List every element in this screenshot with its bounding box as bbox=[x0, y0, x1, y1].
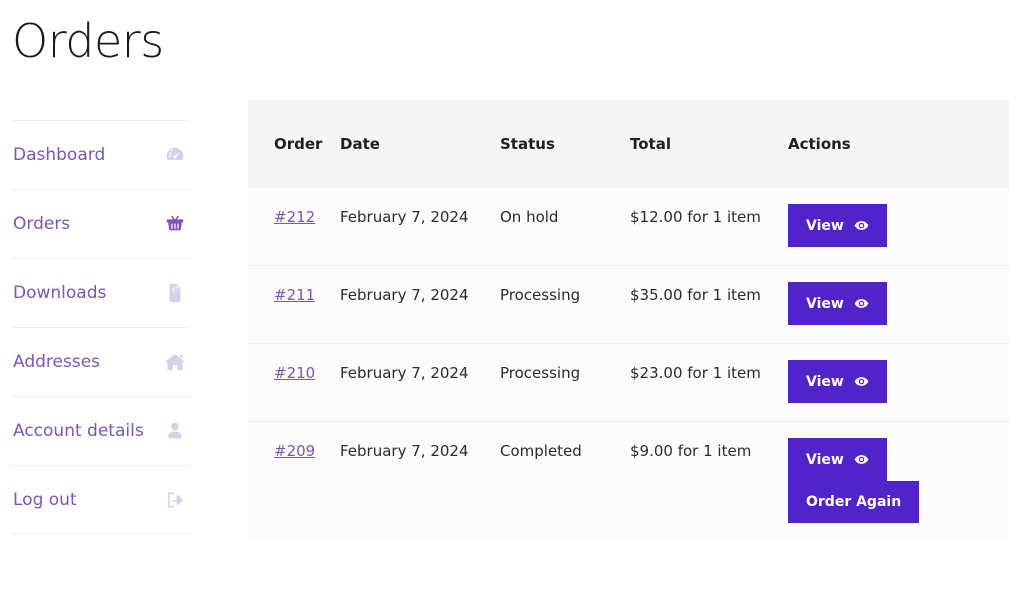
button-label: Order Again bbox=[806, 494, 902, 510]
table-row: #212 February 7, 2024 On hold $12.00 for 1 … bbox=[248, 188, 1009, 266]
sidebar-item-log-out[interactable]: Log out bbox=[12, 465, 190, 534]
table-row: #210 February 7, 2024 Processing $23.00 for… bbox=[248, 343, 1009, 422]
sidebar-item-label[interactable]: Downloads bbox=[13, 283, 106, 303]
cell-total: $23.00 for 1 item bbox=[630, 343, 788, 422]
home-icon bbox=[164, 351, 186, 373]
eye-icon bbox=[854, 296, 869, 311]
column-header-date: Date bbox=[340, 100, 500, 188]
page-title: Orders bbox=[12, 14, 164, 68]
sidebar-item-dashboard[interactable]: Dashboard bbox=[12, 120, 190, 189]
column-header-status: Status bbox=[500, 100, 630, 188]
account-nav: Dashboard Orders Downloads Addresses Account… bbox=[12, 120, 190, 534]
cell-total: $9.00 for 1 item bbox=[630, 421, 788, 541]
table-row: #211 February 7, 2024 Processing $35.00 for… bbox=[248, 265, 1009, 344]
sidebar-item-label[interactable]: Account details bbox=[13, 421, 144, 441]
cell-total: $12.00 for 1 item bbox=[630, 188, 788, 266]
cell-date: February 7, 2024 bbox=[340, 343, 500, 422]
view-button[interactable]: View bbox=[788, 204, 887, 247]
eye-icon bbox=[854, 452, 869, 467]
orders-table: Order Date Status Total Actions #212 Febr… bbox=[248, 100, 1009, 541]
table-header-row: Order Date Status Total Actions bbox=[248, 100, 1009, 188]
order-again-button[interactable]: Order Again bbox=[788, 481, 920, 523]
cell-order: #209 bbox=[248, 421, 340, 541]
cell-actions: View bbox=[788, 343, 1009, 422]
sidebar-item-downloads[interactable]: Downloads bbox=[12, 258, 190, 327]
sidebar-item-account-details[interactable]: Account details bbox=[12, 396, 190, 465]
order-number-link[interactable]: #209 bbox=[274, 442, 315, 460]
basket-icon bbox=[164, 213, 186, 235]
speedometer-icon bbox=[164, 144, 186, 166]
cell-date: February 7, 2024 bbox=[340, 188, 500, 266]
view-button[interactable]: View bbox=[788, 282, 887, 325]
cell-status: Completed bbox=[500, 421, 630, 541]
column-header-order: Order bbox=[248, 100, 340, 188]
action-buttons: View bbox=[788, 360, 999, 403]
action-buttons: View bbox=[788, 204, 999, 247]
account-sidebar: Orders Dashboard Orders Downloads Addresses… bbox=[0, 0, 200, 534]
eye-icon bbox=[854, 218, 869, 233]
sidebar-item-orders[interactable]: Orders bbox=[12, 189, 190, 258]
eye-icon bbox=[854, 374, 869, 389]
sidebar-item-label[interactable]: Addresses bbox=[13, 352, 100, 372]
button-label: View bbox=[806, 295, 844, 312]
order-number-link[interactable]: #212 bbox=[274, 208, 315, 226]
cell-order: #210 bbox=[248, 343, 340, 422]
column-header-actions: Actions bbox=[788, 100, 1009, 188]
file-download-icon bbox=[164, 282, 186, 304]
action-buttons: View Order Again bbox=[788, 438, 999, 523]
button-label: View bbox=[806, 451, 844, 468]
table-row: #209 February 7, 2024 Completed $9.00 for 1… bbox=[248, 421, 1009, 541]
cell-status: Processing bbox=[500, 265, 630, 344]
cell-status: On hold bbox=[500, 188, 630, 266]
column-header-total: Total bbox=[630, 100, 788, 188]
logout-icon bbox=[164, 489, 186, 511]
cell-date: February 7, 2024 bbox=[340, 421, 500, 541]
action-buttons: View bbox=[788, 282, 999, 325]
sidebar-item-label[interactable]: Log out bbox=[13, 490, 77, 510]
cell-total: $35.00 for 1 item bbox=[630, 265, 788, 344]
view-button[interactable]: View bbox=[788, 438, 887, 481]
orders-table-body: #212 February 7, 2024 On hold $12.00 for 1 … bbox=[248, 188, 1009, 541]
sidebar-item-label[interactable]: Orders bbox=[13, 214, 70, 234]
account-orders-page: Orders Dashboard Orders Downloads Addresses… bbox=[0, 0, 1024, 594]
cell-order: #211 bbox=[248, 265, 340, 344]
order-number-link[interactable]: #210 bbox=[274, 364, 315, 382]
button-label: View bbox=[806, 373, 844, 390]
button-label: View bbox=[806, 217, 844, 234]
orders-table-head: Order Date Status Total Actions bbox=[248, 100, 1009, 188]
user-icon bbox=[164, 420, 186, 442]
sidebar-item-label[interactable]: Dashboard bbox=[13, 145, 105, 165]
sidebar-item-addresses[interactable]: Addresses bbox=[12, 327, 190, 396]
cell-status: Processing bbox=[500, 343, 630, 422]
cell-order: #212 bbox=[248, 188, 340, 266]
cell-actions: View Order Again bbox=[788, 421, 1009, 541]
cell-actions: View bbox=[788, 188, 1009, 266]
view-button[interactable]: View bbox=[788, 360, 887, 403]
cell-date: February 7, 2024 bbox=[340, 265, 500, 344]
cell-actions: View bbox=[788, 265, 1009, 344]
order-number-link[interactable]: #211 bbox=[274, 286, 315, 304]
